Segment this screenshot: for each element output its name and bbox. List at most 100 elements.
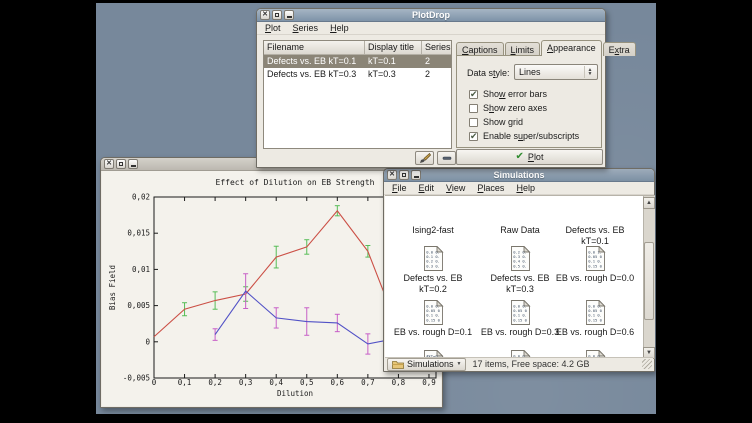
menu-plot[interactable]: Plot (259, 22, 287, 34)
column-header-filename[interactable]: Filename (264, 41, 365, 55)
checkbox-show-grid[interactable]: Show grid (469, 117, 523, 127)
checkbox-unchecked-icon (469, 104, 478, 113)
file-icon-view: ▲ ▼ Ising2-fastRaw DataDefects vs. EB kT… (385, 195, 655, 359)
menu-series[interactable]: Series (287, 22, 325, 34)
scroll-up-icon[interactable]: ▲ (643, 197, 655, 209)
simulations-window: ✕ Simulations FileEditViewPlacesHelp ▲ ▼… (383, 168, 655, 372)
close-icon[interactable]: ✕ (104, 159, 114, 169)
chevron-down-icon: ▼ (457, 361, 462, 367)
checkbox-show-zero-axes[interactable]: Show zero axes (469, 103, 547, 113)
menu-view[interactable]: View (440, 182, 471, 194)
window-title: PlotDrop (257, 10, 605, 20)
file-list-table: FilenameDisplay titleSeriesDefects vs. E… (263, 40, 452, 149)
x-tick-label: 0,9 (422, 378, 436, 387)
scrollbar-thumb[interactable] (644, 242, 654, 320)
checkbox-label: Show error bars (483, 89, 547, 99)
svg-text:0.15 0: 0.15 0 (513, 317, 527, 322)
menu-help[interactable]: Help (324, 22, 355, 34)
file-item[interactable]: 0.0 0.0.05 00.1 0.0.15 0EB vs. rough D=0… (554, 300, 636, 338)
menu-places[interactable]: Places (471, 182, 510, 194)
maximize-icon[interactable] (116, 159, 126, 169)
plotdrop-titlebar[interactable]: ✕ PlotDrop (257, 9, 605, 22)
checkbox-checked-icon (469, 132, 478, 141)
svg-text:0.3 0.: 0.3 0. (426, 263, 440, 268)
file-label: Defects vs. EB kT=0.3 (479, 273, 561, 295)
file-item[interactable]: 0.0 0.0.1 0.0.2 0.0.3 0.Defects vs. EB k… (392, 246, 474, 295)
svg-text:0.15 0: 0.15 0 (588, 317, 602, 322)
x-axis-label: Dilution (277, 389, 313, 398)
checkbox-enable-super-subscripts[interactable]: Enable super/subscripts (469, 131, 579, 141)
minimize-icon[interactable] (128, 159, 138, 169)
file-label: Raw Data (479, 225, 561, 236)
document-icon: 0.0 0.0.05 00.1 0.0.15 0 (423, 300, 444, 325)
simulations-titlebar[interactable]: ✕ Simulations (384, 169, 654, 182)
resize-grip[interactable] (642, 359, 652, 369)
table-cell: 2 (422, 68, 451, 81)
column-header-series[interactable]: Series (422, 41, 451, 55)
menu-edit[interactable]: Edit (413, 182, 441, 194)
maximize-icon[interactable] (272, 10, 282, 20)
file-label: EB vs. rough D=0.1 (392, 327, 474, 338)
edit-file-button[interactable] (415, 151, 434, 165)
simulations-statusbar: Simulations ▼ 17 items, Free space: 4.2 … (385, 357, 653, 370)
document-icon: 0.0 1.0.05 00.1 0.0.15 0 (585, 246, 606, 271)
series-line-kT-0-3 (215, 291, 386, 344)
file-label: EB vs. rough D=0.0 (554, 273, 636, 284)
file-item[interactable]: Raw Data (479, 225, 561, 236)
table-row[interactable]: Defects vs. EB kT=0.1kT=0.12 (264, 55, 451, 68)
remove-file-button[interactable] (437, 151, 456, 165)
y-tick-label: 0 (145, 337, 150, 346)
file-item[interactable]: 0.0 0.0.05 00.1 0.0.15 0 EB vs. rough D=0… (479, 300, 561, 338)
close-icon[interactable]: ✕ (387, 170, 397, 180)
tab-limits[interactable]: Limits (505, 42, 541, 56)
file-item[interactable]: Defects vs. EB kT=0.1 (554, 225, 636, 247)
x-tick-label: 0,3 (239, 378, 253, 387)
settings-tabs: CaptionsLimitsAppearanceExtra (456, 40, 637, 56)
y-tick-label: 0,01 (132, 265, 150, 274)
file-item[interactable]: 0.2 0.0.3 0.0.4 0.0.5 0.Defects vs. EB k… (479, 246, 561, 295)
file-item[interactable]: 0.0 0.0.05 00.1 0.0.15 0 EB vs. rough D=0… (392, 300, 474, 338)
document-icon: 0.0 0.0.05 00.1 0.0.15 0 (510, 300, 531, 325)
y-tick-label: 0,005 (127, 301, 150, 310)
appearance-panel: Data style: Lines ▲▼ Show error barsShow… (456, 55, 602, 148)
minus-icon (442, 153, 452, 163)
minimize-icon[interactable] (284, 10, 294, 20)
menu-file[interactable]: File (386, 182, 413, 194)
minimize-icon[interactable] (411, 170, 421, 180)
y-tick-label: 0,02 (132, 193, 150, 202)
x-tick-label: 0 (152, 378, 157, 387)
table-row[interactable]: Defects vs. EB kT=0.3kT=0.32 (264, 68, 451, 81)
checkbox-show-error-bars[interactable]: Show error bars (469, 89, 547, 99)
tab-extra[interactable]: Extra (603, 42, 636, 56)
folder-icon (392, 360, 404, 369)
x-tick-label: 0,2 (208, 378, 222, 387)
checkbox-label: Enable super/subscripts (483, 131, 579, 141)
file-label: Ising2-fast (392, 225, 474, 236)
table-cell: Defects vs. EB kT=0.3 (264, 68, 365, 81)
tab-appearance[interactable]: Appearance (541, 40, 602, 56)
menu-help[interactable]: Help (510, 182, 541, 194)
tab-captions[interactable]: Captions (456, 42, 504, 56)
file-label: EB vs. rough D=0.3 (479, 327, 561, 338)
brush-icon (419, 153, 431, 164)
table-cell: 2 (422, 55, 451, 68)
combo-arrows-icon: ▲▼ (584, 66, 595, 78)
maximize-icon[interactable] (399, 170, 409, 180)
checkbox-unchecked-icon (469, 118, 478, 127)
data-style-select[interactable]: Lines ▲▼ (514, 64, 598, 80)
file-item[interactable]: 0.0 1.0.05 00.1 0.0.15 0 EB vs. rough D=0… (554, 246, 636, 284)
table-cell: kT=0.1 (365, 55, 422, 68)
close-icon[interactable]: ✕ (260, 10, 270, 20)
series-line-kT-0-1 (154, 211, 386, 337)
data-style-value: Lines (519, 67, 541, 77)
x-tick-label: 0,5 (300, 378, 314, 387)
window-title: Simulations (384, 170, 654, 180)
x-tick-label: 0,8 (392, 378, 406, 387)
file-item[interactable]: Ising2-fast (392, 225, 474, 236)
location-dropdown-button[interactable]: Simulations ▼ (387, 358, 466, 371)
document-icon: 0.0 0.0.1 0.0.2 0.0.3 0. (423, 246, 444, 271)
column-header-display-title[interactable]: Display title (365, 41, 422, 55)
plot-button[interactable]: ✔ Plot (456, 149, 603, 165)
document-icon: 0.2 0.0.3 0.0.4 0.0.5 0. (510, 246, 531, 271)
checkbox-label: Show zero axes (483, 103, 547, 113)
